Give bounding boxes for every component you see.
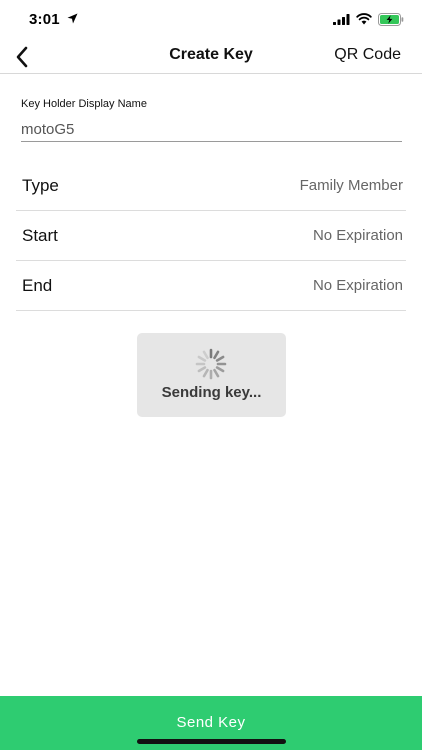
- qr-code-button[interactable]: QR Code: [334, 46, 401, 64]
- loading-text: Sending key...: [161, 384, 262, 401]
- start-value: No Expiration: [312, 227, 403, 244]
- send-key-label: Send Key: [176, 714, 246, 731]
- battery-charging-icon: [378, 13, 404, 26]
- status-time: 3:01: [29, 11, 60, 28]
- name-field[interactable]: [21, 117, 402, 142]
- type-value: Family Member: [299, 177, 403, 194]
- spinner-icon: [195, 348, 227, 380]
- name-field-label: Key Holder Display Name: [21, 98, 147, 110]
- wifi-icon: [356, 13, 372, 25]
- end-label: End: [22, 276, 53, 295]
- end-value: No Expiration: [312, 277, 403, 294]
- navigation-bar: Create Key QR Code: [0, 40, 422, 74]
- home-indicator[interactable]: [137, 739, 286, 744]
- start-row[interactable]: Start No Expiration: [16, 211, 406, 261]
- cellular-signal-icon: [333, 14, 350, 25]
- end-row[interactable]: End No Expiration: [16, 261, 406, 311]
- status-bar: 3:01: [0, 0, 422, 40]
- loading-overlay: Sending key...: [137, 333, 286, 417]
- type-label: Type: [22, 176, 59, 195]
- start-label: Start: [22, 226, 58, 245]
- type-row[interactable]: Type Family Member: [16, 161, 406, 211]
- location-arrow-icon: [67, 13, 78, 24]
